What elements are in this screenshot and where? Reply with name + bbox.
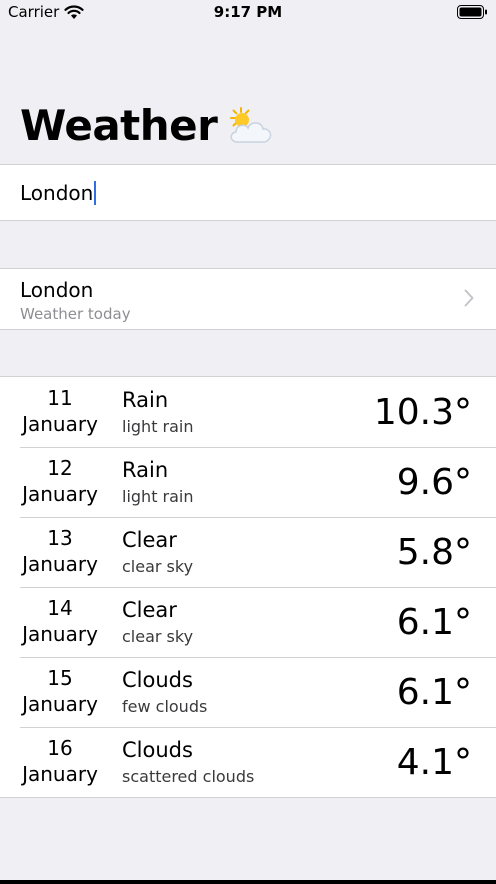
forecast-description: clear sky	[122, 627, 194, 646]
forecast-date: 16 January	[20, 735, 100, 787]
forecast-day: 15	[47, 666, 73, 690]
forecast-description: light rain	[122, 417, 194, 436]
forecast-condition: Clear	[122, 598, 177, 622]
status-time: 9:17 PM	[213, 3, 283, 21]
city-search-input[interactable]: London	[20, 165, 97, 220]
forecast-day: 13	[47, 526, 73, 550]
forecast-day: 16	[47, 736, 73, 760]
forecast-month: January	[22, 482, 98, 506]
forecast-description: few clouds	[122, 697, 208, 716]
status-bar: Carrier 9:17 PM	[0, 0, 496, 26]
forecast-day: 12	[47, 456, 73, 480]
forecast-condition: Rain	[122, 458, 169, 482]
forecast-list: 11 January Rain light rain 10.3° 12 Janu…	[0, 376, 496, 798]
bottom-edge	[0, 880, 496, 884]
forecast-month: January	[22, 552, 98, 576]
forecast-row: 14 January Clear clear sky 6.1°	[0, 587, 496, 657]
search-row[interactable]: London	[0, 164, 496, 221]
battery-icon	[457, 5, 488, 19]
city-result-row[interactable]: London Weather today	[0, 268, 496, 330]
forecast-condition: Rain	[122, 388, 169, 412]
forecast-row: 12 January Rain light rain 9.6°	[0, 447, 496, 517]
forecast-month: January	[22, 412, 98, 436]
forecast-date: 11 January	[20, 385, 100, 437]
forecast-month: January	[22, 622, 98, 646]
forecast-temperature: 9.6°	[396, 461, 472, 503]
forecast-month: January	[22, 762, 98, 786]
forecast-description: scattered clouds	[122, 767, 255, 786]
sun-behind-cloud-icon	[227, 106, 275, 146]
forecast-description: light rain	[122, 487, 194, 506]
page-title: Weather	[20, 100, 275, 152]
forecast-date: 13 January	[20, 525, 100, 577]
forecast-day: 14	[47, 596, 73, 620]
forecast-month: January	[22, 692, 98, 716]
chevron-right-icon	[464, 289, 474, 307]
forecast-temperature: 5.8°	[396, 531, 472, 573]
forecast-row: 16 January Clouds scattered clouds 4.1°	[0, 727, 496, 797]
city-search-value: London	[20, 180, 94, 205]
forecast-temperature: 6.1°	[396, 601, 472, 643]
forecast-row: 15 January Clouds few clouds 6.1°	[0, 657, 496, 727]
forecast-condition: Clouds	[122, 738, 193, 762]
forecast-date: 12 January	[20, 455, 100, 507]
forecast-temperature: 6.1°	[396, 671, 472, 713]
page-title-text: Weather	[20, 101, 218, 150]
forecast-date: 15 January	[20, 665, 100, 717]
forecast-day: 11	[47, 386, 73, 410]
text-caret	[94, 180, 97, 205]
forecast-description: clear sky	[122, 557, 194, 576]
forecast-temperature: 4.1°	[396, 741, 472, 783]
city-name: London	[20, 278, 94, 302]
forecast-date: 14 January	[20, 595, 100, 647]
forecast-row: 13 January Clear clear sky 5.8°	[0, 517, 496, 587]
forecast-temperature: 10.3°	[373, 391, 472, 433]
forecast-condition: Clouds	[122, 668, 193, 692]
city-subtitle: Weather today	[20, 305, 131, 323]
forecast-condition: Clear	[122, 528, 177, 552]
forecast-row: 11 January Rain light rain 10.3°	[0, 377, 496, 447]
